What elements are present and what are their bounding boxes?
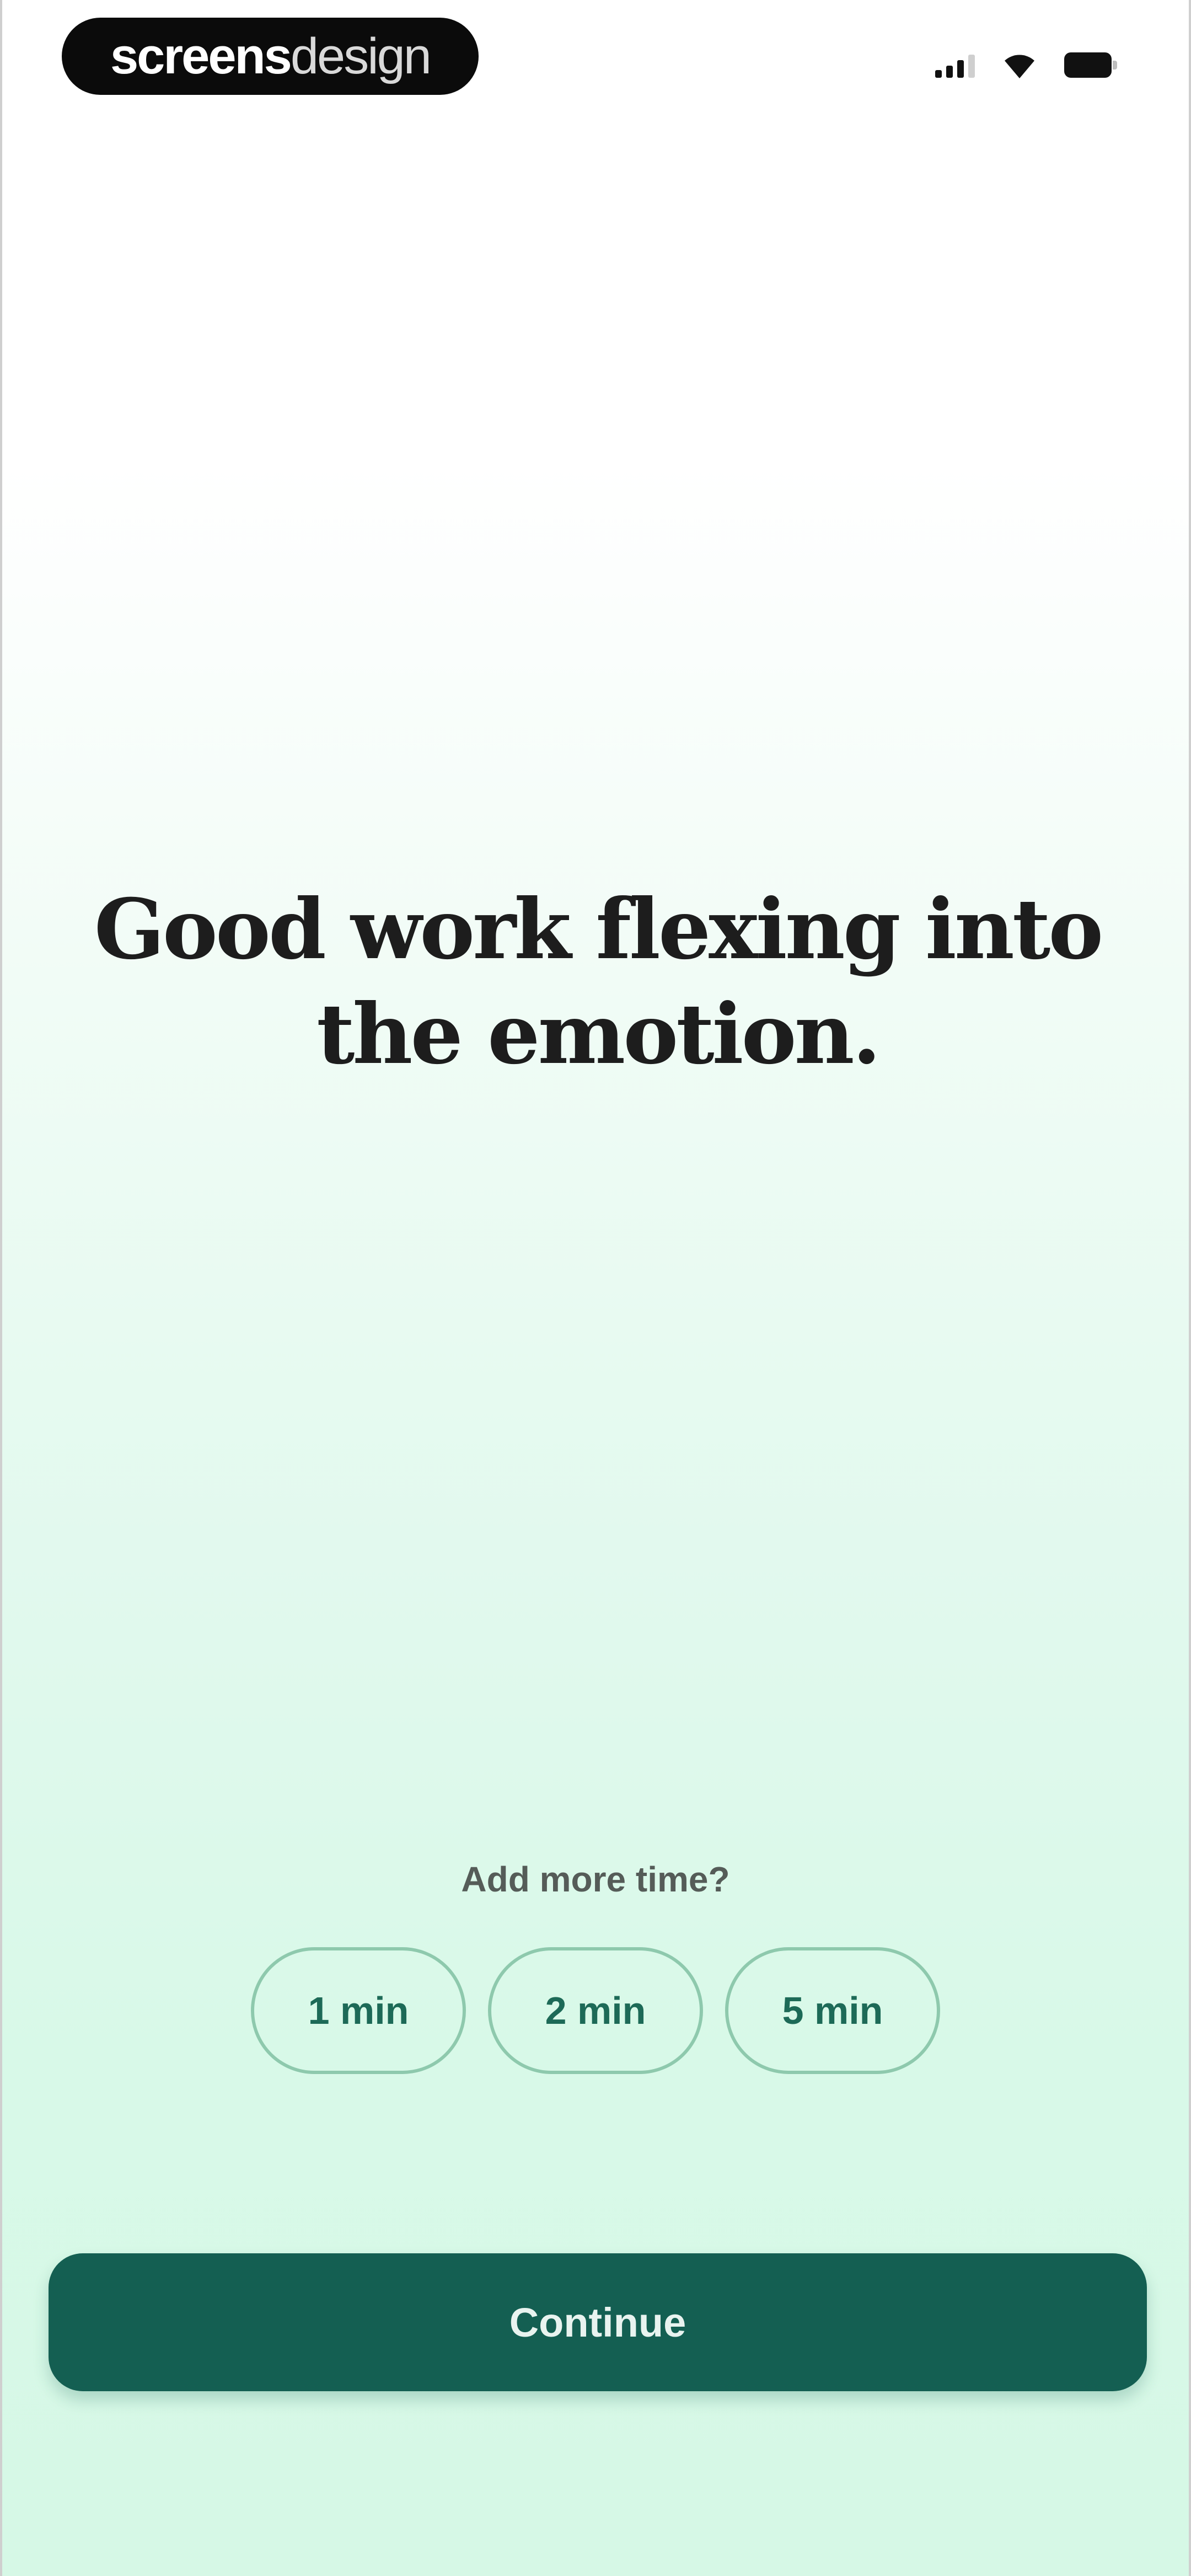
add-1-min-button[interactable]: 1 min xyxy=(251,1947,466,2074)
add-2-min-button[interactable]: 2 min xyxy=(488,1947,703,2074)
signal-bars-icon xyxy=(935,52,975,78)
screensdesign-logo: screens design xyxy=(62,18,479,95)
status-bar: screens design xyxy=(2,0,1189,116)
time-options: 1 min 2 min 5 min xyxy=(2,1947,1189,2074)
add-time-label: Add more time? xyxy=(461,1859,730,1899)
add-5-min-button[interactable]: 5 min xyxy=(725,1947,940,2074)
logo-text-light: design xyxy=(290,28,432,84)
logo-text-strong: screens xyxy=(110,28,292,84)
battery-icon xyxy=(1064,52,1117,78)
wifi-icon xyxy=(1005,55,1034,78)
status-icons xyxy=(935,51,1117,79)
page-title: Good work flexing into the emotion. xyxy=(94,881,1104,1083)
continue-button[interactable]: Continue xyxy=(49,2253,1147,2391)
